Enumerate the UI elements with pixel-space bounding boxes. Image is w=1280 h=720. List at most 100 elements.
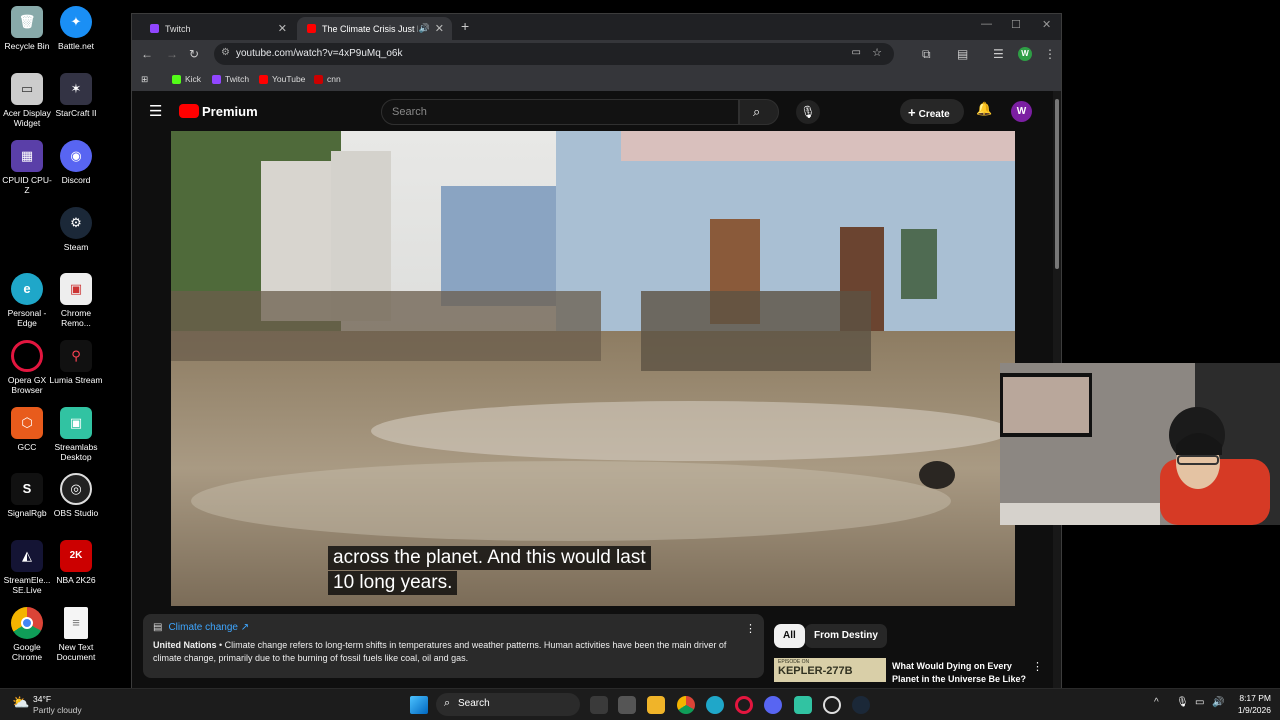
text-document-icon[interactable]: ≡ New Text Document bbox=[49, 607, 103, 662]
gcc-icon[interactable]: ⬡ GCC bbox=[0, 407, 54, 452]
bookmark-twitch[interactable]: Twitch bbox=[212, 74, 249, 84]
search-icon: ⌕ bbox=[444, 697, 451, 709]
maximize-icon[interactable]: ☐ bbox=[1011, 18, 1021, 31]
cast-icon[interactable]: ▭ bbox=[852, 47, 861, 58]
reload-icon[interactable]: ↻ bbox=[189, 47, 199, 61]
create-button[interactable]: + Create bbox=[900, 99, 964, 124]
obs-studio-icon[interactable]: ◎ OBS Studio bbox=[49, 473, 103, 518]
discord-icon[interactable]: ◉ Discord bbox=[49, 140, 103, 185]
recommendation-thumbnail[interactable]: EPISODE ON KEPLER-277B bbox=[774, 658, 886, 682]
weather-temp[interactable]: 34°F bbox=[33, 694, 51, 704]
plus-icon: + bbox=[908, 105, 916, 120]
recycle-bin-icon[interactable]: 🗑 Recycle Bin bbox=[0, 6, 54, 51]
info-text: • Climate change refers to long-term shi… bbox=[153, 640, 727, 663]
chrome-remote-icon[interactable]: ▣ Chrome Remo... bbox=[49, 273, 103, 328]
cpuz-icon[interactable]: ▦ CPUID CPU-Z bbox=[0, 140, 54, 195]
streamlabs-taskbar-icon[interactable] bbox=[794, 696, 812, 714]
new-tab-button[interactable]: + bbox=[461, 18, 469, 34]
apps-icon[interactable]: ⊞ bbox=[141, 74, 148, 85]
streamlabs-icon[interactable]: ▣ Streamlabs Desktop bbox=[49, 407, 103, 462]
hamburger-icon[interactable]: ☰ bbox=[149, 102, 162, 120]
microphone-icon[interactable]: 🎙 bbox=[796, 100, 820, 124]
youtube-header: ☰ Premium Search ⌕ 🎙 + Create 🔔 W bbox=[132, 91, 1061, 131]
subtitle-line-2: 10 long years. bbox=[328, 571, 458, 595]
tab-twitch[interactable]: Twitch ✕ bbox=[140, 17, 295, 40]
more-options-icon[interactable]: ⋮ bbox=[745, 622, 756, 635]
signalrgb-icon[interactable]: S SignalRgb bbox=[0, 473, 54, 518]
task-view-icon[interactable] bbox=[590, 696, 608, 714]
extensions-icon[interactable]: ⧉ bbox=[922, 47, 931, 62]
bookmark-kick[interactable]: Kick bbox=[172, 74, 201, 84]
info-source: United Nations bbox=[153, 640, 217, 650]
tab-youtube-active[interactable]: The Climate Crisis Just Hit a 🔊 ✕ bbox=[297, 17, 452, 40]
notifications-icon[interactable]: 🔔 bbox=[976, 101, 992, 117]
opera-gx-icon[interactable]: Opera GX Browser bbox=[0, 340, 54, 395]
flood-scene-image bbox=[171, 131, 1015, 606]
browser-window: Twitch ✕ The Climate Crisis Just Hit a 🔊… bbox=[131, 13, 1062, 689]
scrollbar-thumb[interactable] bbox=[1055, 99, 1059, 269]
close-window-icon[interactable]: ✕ bbox=[1042, 18, 1051, 31]
file-explorer-icon[interactable] bbox=[647, 696, 665, 714]
bookmark-star-icon[interactable]: ☆ bbox=[872, 46, 882, 59]
edge-taskbar-icon[interactable] bbox=[706, 696, 724, 714]
lumia-stream-icon[interactable]: ⚲ Lumia Stream bbox=[49, 340, 103, 385]
starcraft-icon[interactable]: ✶ StarCraft II bbox=[49, 73, 103, 118]
youtube-premium-logo[interactable]: Premium bbox=[202, 104, 258, 119]
acer-display-widget-icon[interactable]: ▭ Acer Display Widget bbox=[0, 73, 54, 128]
volume-icon[interactable]: 🔊 bbox=[1212, 697, 1224, 708]
weather-icon[interactable]: ⛅ bbox=[12, 694, 29, 711]
bookmark-youtube[interactable]: YouTube bbox=[259, 74, 305, 84]
tab-strip: Twitch ✕ The Climate Crisis Just Hit a 🔊… bbox=[132, 14, 1061, 40]
user-avatar[interactable]: W bbox=[1011, 101, 1032, 122]
streamelements-icon[interactable]: ◭ StreamEle... SE.Live bbox=[0, 540, 54, 595]
back-icon[interactable]: ← bbox=[141, 47, 153, 61]
info-panel: ▤ Climate change ↗ United Nations • Clima… bbox=[143, 614, 764, 678]
site-info-icon[interactable]: ⚙ bbox=[221, 47, 230, 58]
steam-icon[interactable]: ⚙ Steam bbox=[49, 207, 103, 252]
address-bar[interactable]: ⚙ youtube.com/watch?v=4xP9uMq_o6k ▭ ☆ bbox=[214, 43, 894, 65]
youtube-icon bbox=[307, 24, 316, 33]
chip-from-destiny[interactable]: From Destiny bbox=[805, 624, 887, 648]
edge-icon[interactable]: e Personal - Edge bbox=[0, 273, 54, 328]
bookmarks-bar: ⊞ Kick Twitch YouTube cnn bbox=[132, 68, 1061, 91]
subtitle-line-1: across the planet. And this would last bbox=[328, 546, 651, 570]
chip-all[interactable]: All bbox=[774, 624, 805, 648]
twitch-icon bbox=[150, 24, 159, 33]
speaker-icon[interactable]: 🔊 bbox=[419, 23, 430, 34]
youtube-logo-icon[interactable] bbox=[179, 104, 199, 118]
widgets-icon[interactable] bbox=[618, 696, 636, 714]
opera-gx-taskbar-icon[interactable] bbox=[735, 696, 753, 714]
obs-taskbar-icon[interactable] bbox=[823, 696, 841, 714]
discord-taskbar-icon[interactable] bbox=[764, 696, 782, 714]
network-icon[interactable]: ▭ bbox=[1195, 697, 1204, 708]
bookmark-cnn[interactable]: cnn bbox=[314, 74, 341, 84]
sidebar-icon[interactable]: ▤ bbox=[957, 47, 968, 61]
recommendation-title[interactable]: What Would Dying on Every Planet in the … bbox=[892, 660, 1032, 682]
info-panel-title[interactable]: ▤ Climate change ↗ bbox=[153, 622, 754, 633]
menu-icon[interactable]: ⋮ bbox=[1044, 47, 1056, 61]
nba2k-icon[interactable]: 2K NBA 2K26 bbox=[49, 540, 103, 585]
forward-icon[interactable]: → bbox=[166, 47, 178, 61]
document-icon: ▤ bbox=[153, 622, 163, 633]
show-hidden-icons[interactable]: ^ bbox=[1154, 697, 1159, 708]
taskbar-search[interactable]: ⌕ Search bbox=[436, 693, 580, 716]
close-tab-icon[interactable]: ✕ bbox=[435, 22, 444, 35]
clock-date[interactable]: 1/9/2026 bbox=[1225, 705, 1271, 715]
profile-avatar[interactable]: W bbox=[1018, 47, 1032, 61]
battlenet-icon[interactable]: ✦ Battle.net bbox=[49, 6, 103, 51]
search-button[interactable]: ⌕ bbox=[739, 99, 779, 125]
search-input[interactable]: Search bbox=[381, 99, 739, 125]
clock-time[interactable]: 8:17 PM bbox=[1225, 693, 1271, 703]
weather-desc[interactable]: Partly cloudy bbox=[33, 705, 82, 715]
microphone-icon[interactable]: 🎙 bbox=[1176, 697, 1189, 708]
reading-list-icon[interactable]: ☰ bbox=[993, 47, 1004, 61]
google-chrome-icon[interactable]: Google Chrome bbox=[0, 607, 54, 662]
close-tab-icon[interactable]: ✕ bbox=[278, 22, 287, 35]
chrome-taskbar-icon[interactable] bbox=[677, 696, 695, 714]
steam-taskbar-icon[interactable] bbox=[852, 696, 870, 714]
minimize-icon[interactable]: — bbox=[981, 18, 992, 30]
browser-toolbar: ← → ↻ ⚙ youtube.com/watch?v=4xP9uMq_o6k … bbox=[132, 40, 1061, 68]
start-icon[interactable] bbox=[410, 696, 428, 714]
recommendation-menu-icon[interactable]: ⋮ bbox=[1032, 660, 1043, 673]
video-player[interactable]: across the planet. And this would last 1… bbox=[171, 131, 1015, 606]
